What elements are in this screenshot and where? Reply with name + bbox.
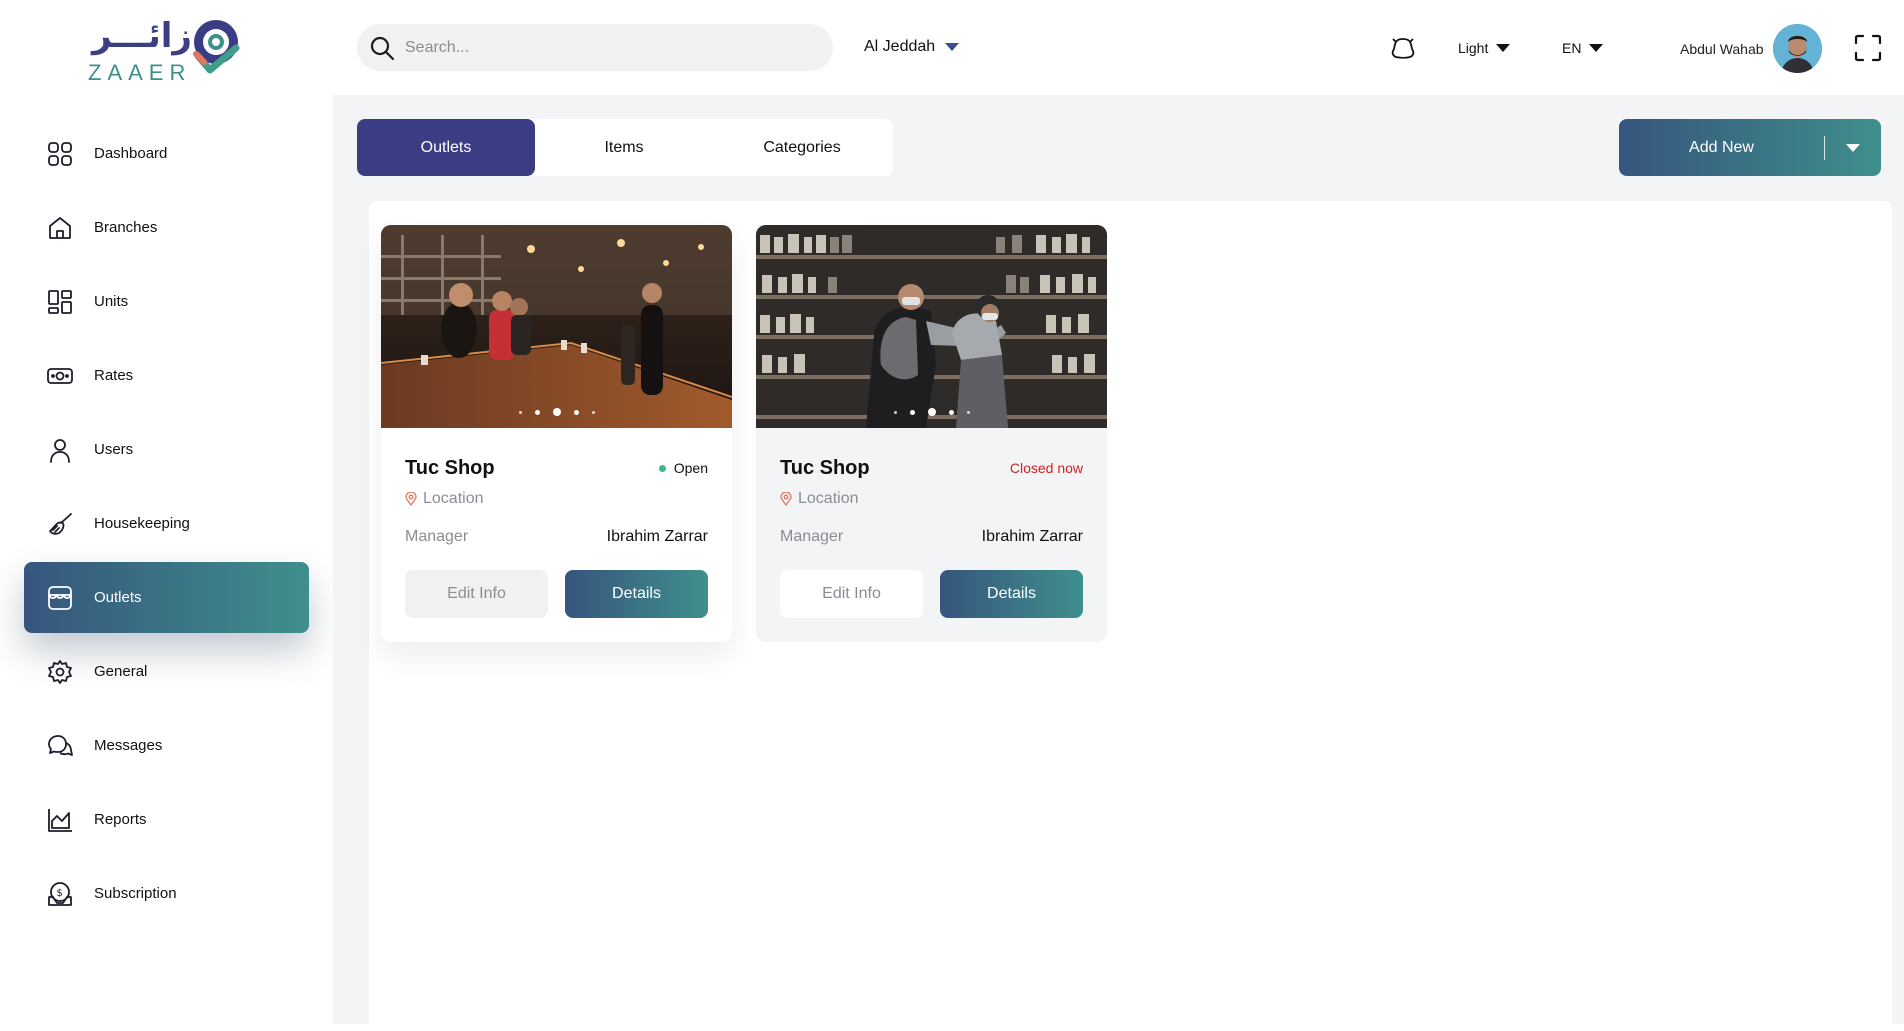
cafe-photo[interactable]: [381, 225, 732, 428]
edit-info-button[interactable]: Edit Info: [780, 570, 923, 618]
chevron-down-icon: [1846, 143, 1860, 152]
tab-outlets[interactable]: Outlets: [357, 119, 535, 176]
theme-selector[interactable]: Light: [1458, 40, 1511, 56]
language-selector[interactable]: EN: [1562, 40, 1604, 56]
status-text: Closed now: [1009, 460, 1083, 476]
search-box[interactable]: [357, 24, 833, 71]
user-icon: [46, 436, 74, 464]
sidebar-item-label: Messages: [94, 737, 163, 754]
location-pin-icon: [405, 492, 417, 506]
sidebar-item-label: Outlets: [94, 589, 142, 606]
status-badge: Closed now: [1010, 460, 1083, 476]
carousel-dots[interactable]: [518, 408, 595, 416]
notification-bell-icon[interactable]: [1389, 34, 1417, 62]
sidebar-item-reports[interactable]: Reports: [24, 784, 309, 855]
location-label: Location: [798, 490, 859, 507]
sidebar-item-label: Branches: [94, 219, 158, 236]
add-new-label: Add New: [1689, 138, 1754, 156]
city-label: Al Jeddah: [864, 38, 936, 55]
brand-logo[interactable]: زائـــر ZAAER: [86, 16, 246, 85]
sidebar-item-label: Subscription: [94, 885, 177, 902]
status-text: Open: [673, 460, 708, 476]
sidebar-item-label: Reports: [94, 811, 147, 828]
chart-icon: [46, 806, 74, 834]
chat-icon: [46, 732, 74, 760]
location-label: Location: [423, 490, 484, 507]
manager-label: Manager: [405, 528, 469, 545]
tab-categories[interactable]: Categories: [713, 119, 891, 176]
sidebar: زائـــر ZAAER Dashboard Branches Units R…: [0, 0, 333, 1024]
manager-label: Manager: [780, 528, 844, 545]
search-icon: [370, 36, 395, 60]
logo-pin-icon: [193, 20, 240, 74]
units-icon: [46, 288, 74, 316]
outlet-location[interactable]: Location: [405, 490, 484, 508]
outlet-card: Tuc Shop Closed now Location Manager Ibr…: [756, 225, 1107, 642]
outlet-location[interactable]: Location: [780, 490, 859, 508]
sidebar-item-messages[interactable]: Messages: [24, 710, 309, 781]
sidebar-item-users[interactable]: Users: [24, 414, 309, 485]
chevron-down-icon: [1589, 44, 1604, 52]
manager-name: Ibrahim Zarrar: [606, 528, 708, 545]
details-button[interactable]: Details: [940, 570, 1083, 618]
location-pin-icon: [780, 492, 792, 506]
user-name[interactable]: Abdul Wahab: [1680, 41, 1764, 57]
main-content: Outlets Items Categories Add New Tuc Sho…: [333, 95, 1904, 1031]
sidebar-item-label: Users: [94, 441, 134, 458]
avatar[interactable]: [1773, 24, 1822, 73]
gear-icon: [46, 658, 74, 686]
sidebar-item-general[interactable]: General: [24, 636, 309, 707]
sidebar-item-label: Units: [94, 293, 129, 310]
subscription-icon: $: [46, 880, 74, 908]
sidebar-item-label: Dashboard: [94, 145, 168, 162]
logo-arabic-text: زائـــر: [92, 16, 193, 56]
theme-label: Light: [1458, 40, 1489, 56]
dashboard-icon: [46, 140, 74, 168]
manager-name: Ibrahim Zarrar: [981, 528, 1083, 545]
edit-info-button[interactable]: Edit Info: [405, 570, 548, 618]
add-new-dropdown[interactable]: [1825, 143, 1881, 152]
tab-items[interactable]: Items: [535, 119, 713, 176]
sidebar-item-branches[interactable]: Branches: [24, 192, 309, 263]
sidebar-nav: Dashboard Branches Units Rates Users Hou…: [24, 118, 309, 932]
sidebar-item-rates[interactable]: Rates: [24, 340, 309, 411]
add-new-button[interactable]: Add New: [1619, 119, 1881, 176]
top-bar: Al Jeddah Light EN Abdul Wahab: [333, 0, 1904, 95]
broom-icon: [46, 510, 74, 538]
status-badge: Open: [658, 460, 708, 476]
sidebar-item-dashboard[interactable]: Dashboard: [24, 118, 309, 189]
money-icon: [46, 362, 74, 390]
sidebar-item-label: General: [94, 663, 148, 680]
language-label: EN: [1562, 40, 1582, 56]
logo-english-text: ZAAER: [88, 60, 192, 85]
home-icon: [46, 214, 74, 242]
city-selector[interactable]: Al Jeddah: [864, 38, 960, 56]
fullscreen-icon[interactable]: [1854, 34, 1882, 62]
tab-bar: Outlets Items Categories: [357, 119, 893, 176]
svg-text:$: $: [57, 888, 63, 899]
outlets-panel: Tuc Shop Open Location Manager Ibrahim Z…: [369, 201, 1892, 1031]
details-button[interactable]: Details: [565, 570, 708, 618]
outlet-title: Tuc Shop: [405, 457, 495, 479]
chevron-down-icon: [1496, 44, 1511, 52]
sidebar-item-label: Housekeeping: [94, 515, 190, 532]
sidebar-item-units[interactable]: Units: [24, 266, 309, 337]
carousel-dots[interactable]: [893, 408, 970, 416]
sidebar-item-outlets[interactable]: Outlets: [24, 562, 309, 633]
sidebar-item-subscription[interactable]: $ Subscription: [24, 858, 309, 929]
search-input[interactable]: [405, 38, 805, 57]
outlet-card: Tuc Shop Open Location Manager Ibrahim Z…: [381, 225, 732, 642]
supermarket-photo[interactable]: [756, 225, 1107, 428]
sidebar-item-housekeeping[interactable]: Housekeeping: [24, 488, 309, 559]
sidebar-item-label: Rates: [94, 367, 134, 384]
outlet-title: Tuc Shop: [780, 457, 870, 479]
user-avatar-icon: [1773, 24, 1822, 73]
chevron-down-icon: [945, 43, 960, 51]
status-dot-icon: [658, 464, 666, 472]
store-icon: [46, 584, 74, 612]
